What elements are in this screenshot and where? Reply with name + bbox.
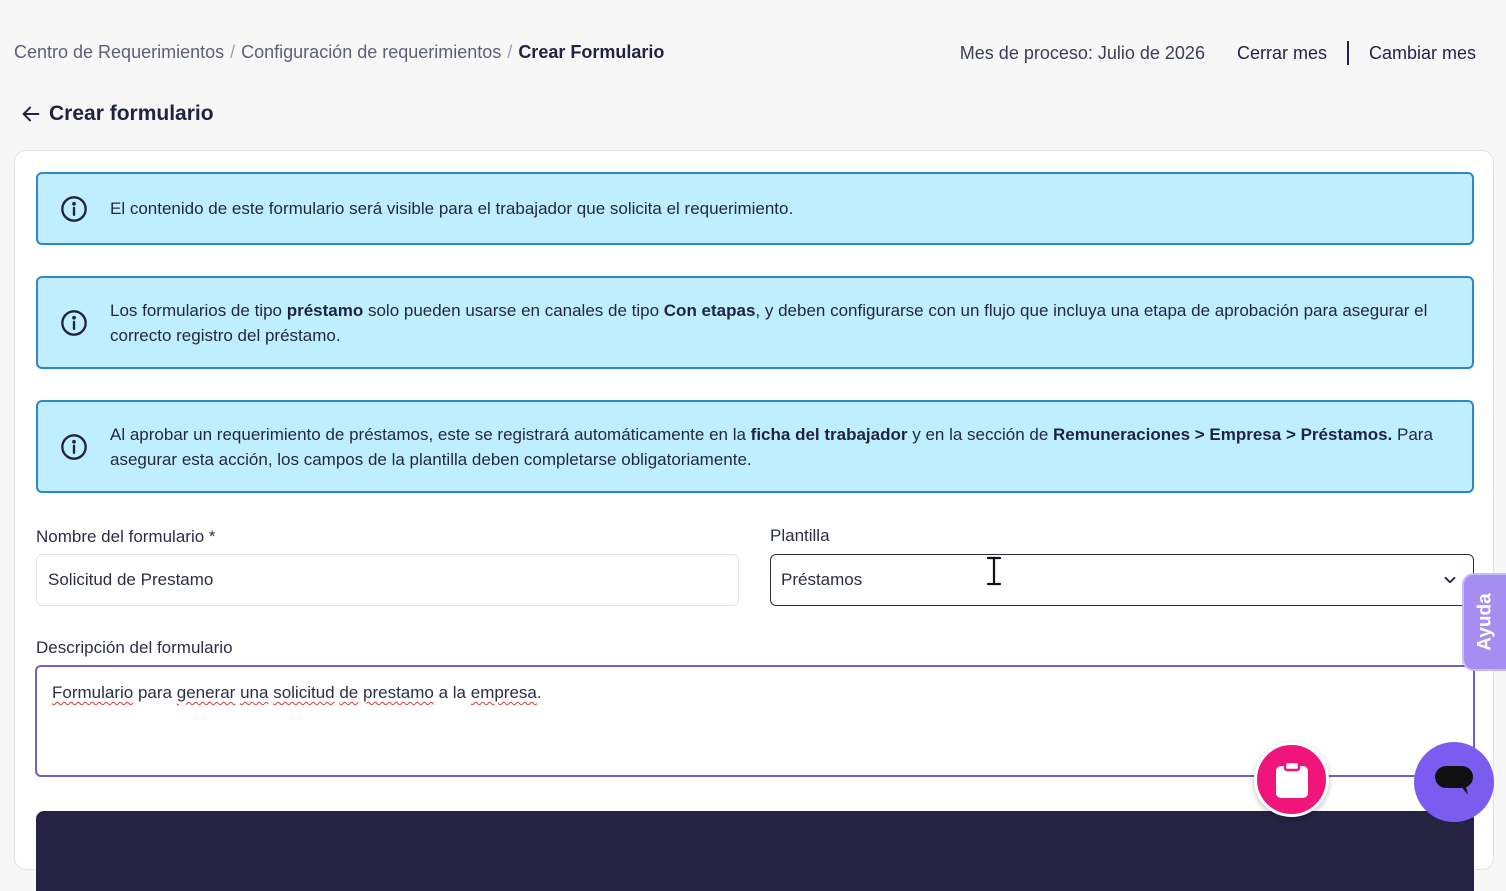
- chat-bubble-icon: [1435, 766, 1473, 795]
- breadcrumb-item-requirements-center[interactable]: Centro de Requerimientos: [14, 42, 224, 62]
- clipboard-icon: [1275, 760, 1308, 798]
- form-name-input[interactable]: [36, 554, 739, 606]
- info-alert-visibility: El contenido de este formulario será vis…: [36, 172, 1474, 245]
- template-selected-value: Préstamos: [781, 570, 863, 589]
- month-controls: Mes de proceso: Julio de 2026 Cerrar mes…: [960, 40, 1476, 66]
- dark-section: [36, 811, 1474, 891]
- change-month-link[interactable]: Cambiar mes: [1369, 43, 1476, 64]
- form-name-label: Nombre del formulario *: [36, 527, 216, 546]
- arrow-left-icon[interactable]: [20, 103, 42, 125]
- breadcrumb-separator: /: [230, 42, 236, 62]
- help-tab[interactable]: Ayuda: [1462, 573, 1506, 671]
- alert-text: Los formularios de tipo préstamo solo pu…: [110, 300, 1428, 345]
- breadcrumb-separator: /: [507, 42, 513, 62]
- breadcrumb-item-requirements-config[interactable]: Configuración de requerimientos: [241, 42, 501, 62]
- process-month-label: Mes de proceso: Julio de 2026: [959, 42, 1205, 63]
- info-circle-icon: [61, 195, 87, 222]
- chat-fab-button[interactable]: [1414, 742, 1494, 822]
- top-bar: Centro de Requerimientos / Configuración d…: [0, 0, 1506, 100]
- help-tab-label: Ayuda: [1475, 593, 1496, 651]
- info-circle-icon: [61, 433, 87, 460]
- form-description-label: Descripción del formulario: [36, 638, 233, 657]
- clipboard-fab-button[interactable]: [1254, 742, 1329, 817]
- chevron-down-icon: [1444, 576, 1456, 584]
- info-circle-icon: [61, 309, 87, 336]
- alert-text: Al aprobar un requerimiento de préstamos…: [110, 424, 1433, 469]
- info-alert-loan-registration: Al aprobar un requerimiento de préstamos…: [36, 400, 1474, 493]
- close-month-link[interactable]: Cerrar mes: [1237, 43, 1327, 64]
- page-header: Crear formulario: [20, 100, 214, 128]
- divider: [1346, 41, 1349, 65]
- breadcrumb: Centro de Requerimientos / Configuración d…: [14, 42, 664, 63]
- template-label: Plantilla: [770, 526, 830, 545]
- breadcrumb-current: Crear Formulario: [518, 42, 665, 62]
- alert-text: El contenido de este formulario será vis…: [110, 199, 794, 218]
- page-title: Crear formulario: [49, 102, 214, 125]
- template-select[interactable]: Préstamos: [770, 554, 1474, 606]
- info-alert-loan-type: Los formularios de tipo préstamo solo pu…: [36, 276, 1474, 369]
